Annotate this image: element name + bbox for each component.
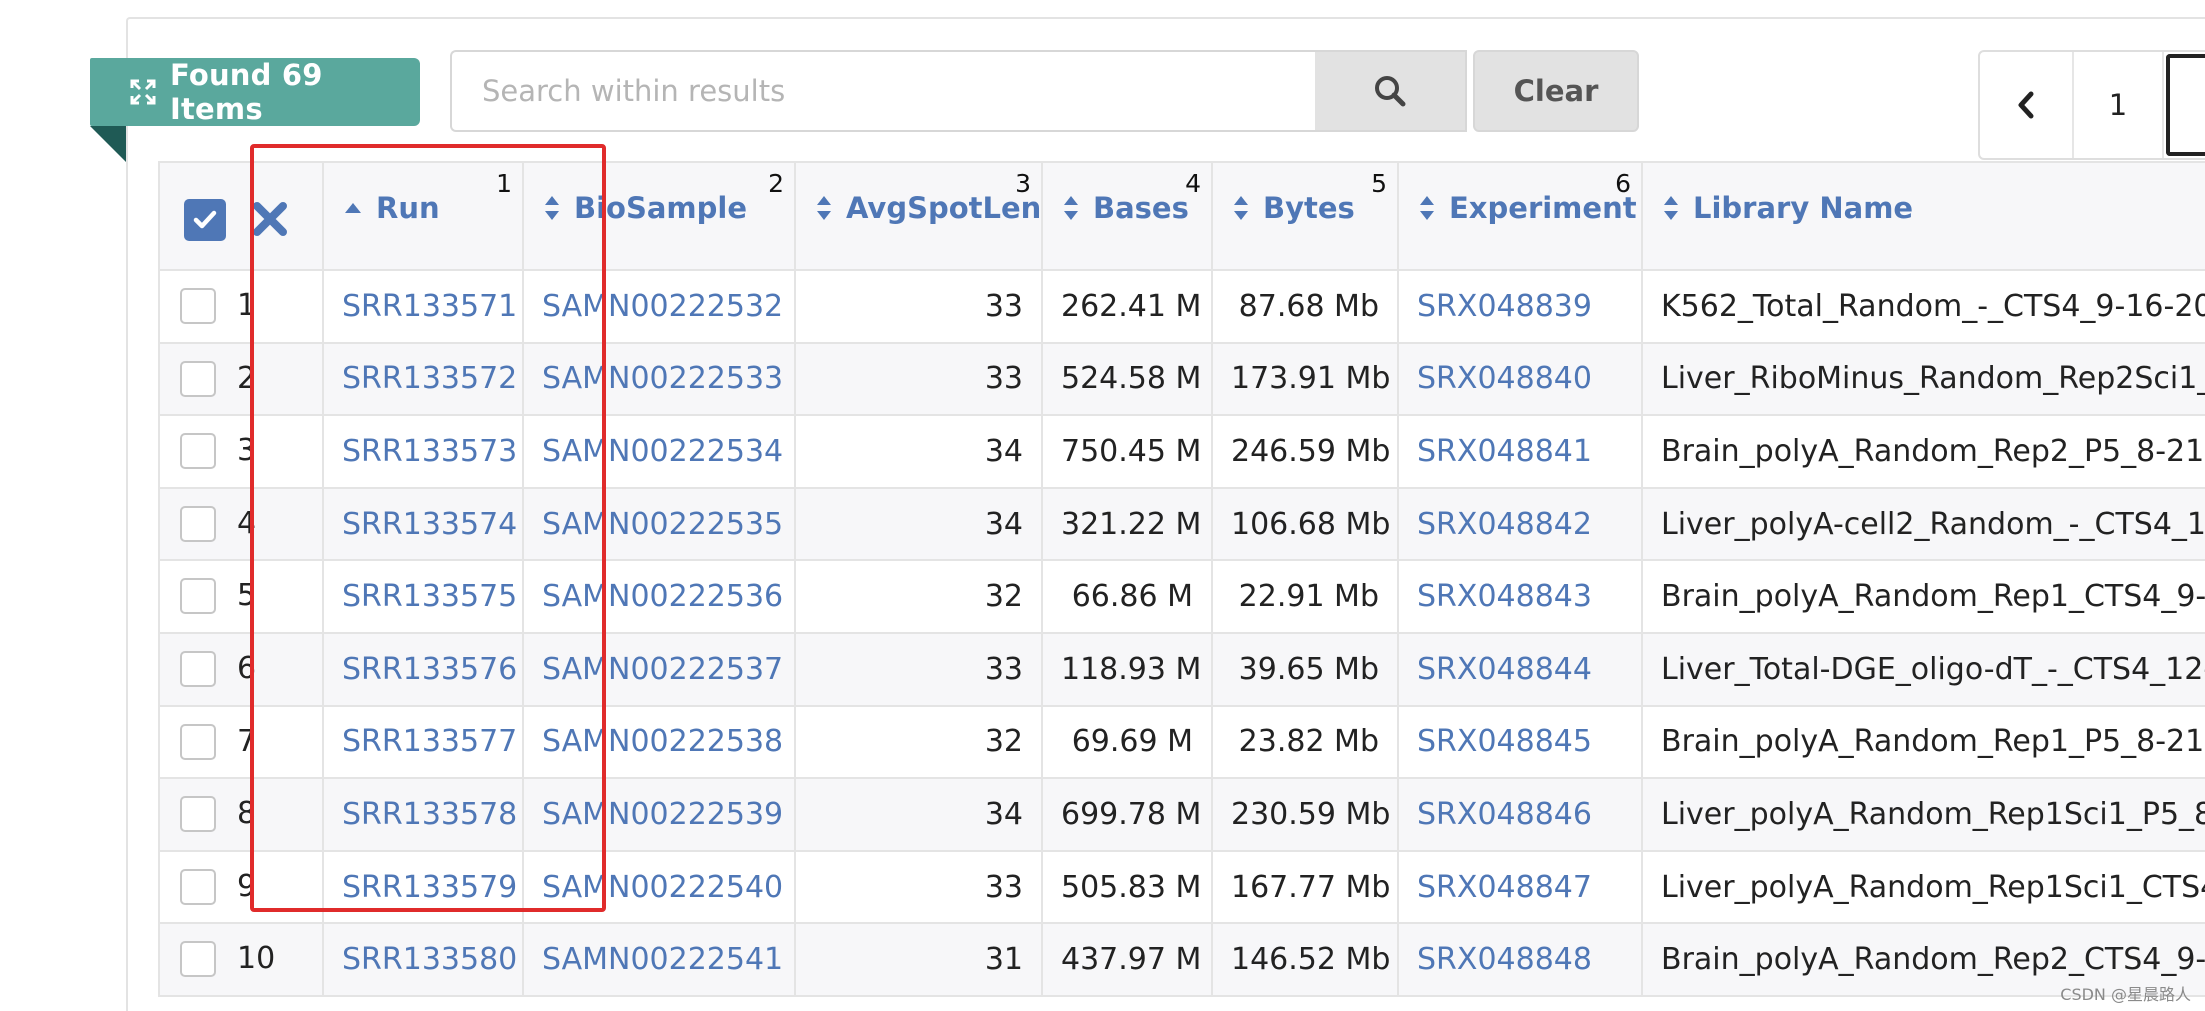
bases-cell: 699.78 M (1041, 777, 1213, 852)
expand-icon (130, 79, 156, 105)
bytes-cell: 173.91 Mb (1211, 341, 1399, 417)
library-name-cell: Liver_RiboMinus_Random_Rep2Sci1_CT (1641, 341, 2205, 417)
bases-cell: 505.83 M (1041, 849, 1213, 925)
sort-icon (1420, 196, 1434, 220)
column-header-library-name[interactable]: Library Name (1641, 161, 2205, 271)
table-row: 10 SRR133580 SAMN00222541 31 437.97 M 146.52 … (158, 922, 2205, 997)
library-name-cell: Liver_polyA_Random_Rep1Sci1_P5_8-21 (1641, 777, 2205, 852)
experiment-link[interactable]: SRX048843 (1397, 559, 1643, 634)
bases-cell: 118.93 M (1041, 631, 1213, 707)
found-items-ribbon[interactable]: Found 69 Items (90, 58, 420, 126)
avgspotlen-cell: 33 (794, 341, 1043, 417)
page-1-button[interactable]: 1 (2074, 52, 2164, 158)
column-label: AvgSpotLen (846, 191, 1042, 225)
bases-cell: 66.86 M (1041, 559, 1213, 634)
bases-cell: 750.45 M (1041, 414, 1213, 489)
row-checkbox[interactable] (180, 796, 216, 833)
bytes-cell: 230.59 Mb (1211, 777, 1399, 852)
avgspotlen-cell: 31 (794, 922, 1043, 997)
experiment-link[interactable]: SRX048839 (1397, 269, 1643, 344)
avgspotlen-cell: 32 (794, 704, 1043, 780)
bases-cell: 262.41 M (1041, 269, 1213, 344)
highlight-box (250, 144, 606, 912)
library-name-cell: Liver_polyA_Random_Rep1Sci1_CTS4_9- (1641, 849, 2205, 925)
row-checkbox[interactable] (180, 433, 216, 470)
column-label: Bases (1093, 191, 1189, 225)
avgspotlen-cell: 34 (794, 486, 1043, 562)
bases-cell: 69.69 M (1041, 704, 1213, 780)
search-input[interactable] (450, 50, 1317, 132)
column-label: Experiment (1449, 191, 1637, 225)
row-checkbox[interactable] (180, 578, 216, 615)
bytes-cell: 167.77 Mb (1211, 849, 1399, 925)
column-label: Library Name (1693, 191, 1914, 225)
experiment-link[interactable]: SRX048842 (1397, 486, 1643, 562)
library-name-cell: Liver_polyA-cell2_Random_-_CTS4_10-3 (1641, 486, 2205, 562)
library-name-cell: Brain_polyA_Random_Rep1_P5_8-21-20 (1641, 704, 2205, 780)
ribbon-fold (90, 126, 126, 162)
pagination: 1 (1978, 50, 2205, 160)
avgspotlen-cell: 33 (794, 631, 1043, 707)
watermark: CSDN @星晨路人 (2060, 985, 2191, 1004)
row-checkbox[interactable] (180, 505, 216, 542)
experiment-link[interactable]: SRX048840 (1397, 341, 1643, 417)
column-index: 2 (768, 169, 784, 198)
column-label: Bytes (1263, 191, 1355, 225)
bytes-cell: 146.52 Mb (1211, 922, 1399, 997)
library-name-cell: Liver_Total-DGE_oligo-dT_-_CTS4_12-4- (1641, 631, 2205, 707)
experiment-link[interactable]: SRX048848 (1397, 922, 1643, 997)
bases-cell: 524.58 M (1041, 341, 1213, 417)
column-header-bases[interactable]: 4 Bases (1041, 161, 1213, 271)
search-icon (1375, 76, 1406, 107)
avgspotlen-cell: 33 (794, 849, 1043, 925)
library-name-cell: Brain_polyA_Random_Rep2_P5_8-21-20 (1641, 414, 2205, 489)
library-name-cell: K562_Total_Random_-_CTS4_9-16-2009 (1641, 269, 2205, 344)
checkbox-checked-icon (193, 210, 217, 229)
bytes-cell: 87.68 Mb (1211, 269, 1399, 344)
row-checkbox[interactable] (180, 288, 216, 324)
experiment-link[interactable]: SRX048841 (1397, 414, 1643, 489)
column-header-experiment[interactable]: 6 Experiment (1397, 161, 1643, 271)
avgspotlen-cell: 32 (794, 559, 1043, 634)
bytes-cell: 22.91 Mb (1211, 559, 1399, 634)
bytes-cell: 106.68 Mb (1211, 486, 1399, 562)
avgspotlen-cell: 34 (794, 414, 1043, 489)
bytes-cell: 246.59 Mb (1211, 414, 1399, 489)
select-all-checkbox[interactable] (184, 199, 226, 241)
sort-icon (1064, 196, 1078, 220)
bytes-cell: 23.82 Mb (1211, 704, 1399, 780)
sort-icon (1664, 196, 1678, 220)
biosample-link[interactable]: SAMN00222541 (522, 922, 796, 997)
row-checkbox[interactable] (180, 941, 216, 978)
run-link[interactable]: SRR133580 (322, 922, 524, 997)
select-cell: 10 (158, 922, 324, 997)
prev-page-button[interactable] (1980, 52, 2074, 158)
row-checkbox[interactable] (180, 868, 216, 905)
avgspotlen-cell: 33 (794, 269, 1043, 344)
column-header-avgspotlen[interactable]: 3 AvgSpotLen (794, 161, 1043, 271)
bases-cell: 437.97 M (1041, 922, 1213, 997)
avgspotlen-cell: 34 (794, 777, 1043, 852)
bases-cell: 321.22 M (1041, 486, 1213, 562)
library-name-cell: Brain_polyA_Random_Rep1_CTS4_9-16- (1641, 559, 2205, 634)
row-checkbox[interactable] (180, 723, 216, 760)
experiment-link[interactable]: SRX048844 (1397, 631, 1643, 707)
sort-icon (1234, 196, 1248, 220)
found-items-label: Found 69 Items (170, 58, 323, 126)
row-checkbox[interactable] (180, 360, 216, 397)
experiment-link[interactable]: SRX048846 (1397, 777, 1643, 852)
bytes-cell: 39.65 Mb (1211, 631, 1399, 707)
row-checkbox[interactable] (180, 650, 216, 687)
page-2-button[interactable] (2166, 54, 2205, 156)
column-index: 5 (1371, 169, 1387, 198)
sort-icon (817, 196, 831, 220)
clear-button[interactable]: Clear (1473, 50, 1639, 132)
chevron-left-icon (2018, 91, 2034, 119)
column-header-bytes[interactable]: 5 Bytes (1211, 161, 1399, 271)
experiment-link[interactable]: SRX048847 (1397, 849, 1643, 925)
search-button[interactable] (1315, 50, 1467, 132)
row-index: 10 (237, 941, 276, 977)
experiment-link[interactable]: SRX048845 (1397, 704, 1643, 780)
